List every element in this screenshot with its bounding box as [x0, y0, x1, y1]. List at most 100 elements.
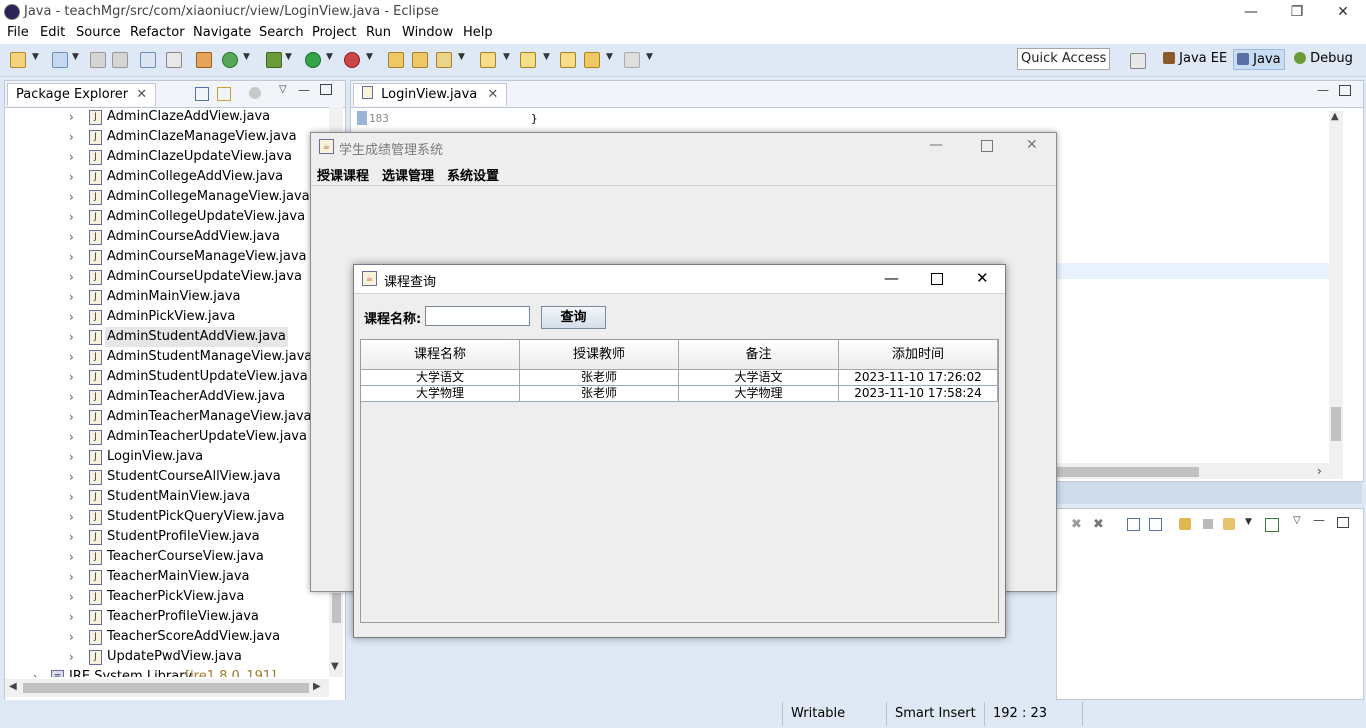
- tree-item[interactable]: › J LoginView.java: [5, 447, 325, 467]
- table-cell[interactable]: 张老师: [520, 370, 679, 386]
- scroll-left-arrow-icon[interactable]: ◀: [9, 681, 17, 692]
- chevron-right-icon[interactable]: ›: [69, 427, 74, 447]
- scroll-right-arrow-icon[interactable]: ▶: [313, 681, 321, 692]
- editor-tab-loginview[interactable]: LoginView.java ✕: [353, 83, 508, 106]
- prev-annotation-dropdown-icon[interactable]: ▼: [543, 52, 550, 62]
- menu-help[interactable]: Help: [463, 24, 493, 42]
- menu-window[interactable]: Window: [402, 24, 453, 42]
- pen-icon[interactable]: [436, 52, 452, 68]
- run-dropdown-icon[interactable]: ▼: [326, 52, 333, 62]
- minimize-view-icon[interactable]: —: [298, 83, 310, 97]
- chevron-right-icon[interactable]: ›: [69, 107, 74, 127]
- remove-all-icon[interactable]: ✖: [1093, 517, 1104, 532]
- menu-system-settings[interactable]: 系统设置: [447, 165, 499, 184]
- menu-source[interactable]: Source: [76, 24, 121, 42]
- chevron-right-icon[interactable]: ›: [69, 167, 74, 187]
- close-tab-icon[interactable]: ✕: [136, 87, 147, 102]
- course-query-minimize-button[interactable]: —: [884, 269, 899, 287]
- course-query-maximize-button[interactable]: [931, 273, 943, 285]
- project-dropdown-icon[interactable]: ▼: [72, 52, 79, 62]
- chevron-right-icon[interactable]: ›: [69, 567, 74, 587]
- new-dropdown-icon[interactable]: ▼: [32, 52, 39, 62]
- chevron-right-icon[interactable]: ›: [69, 447, 74, 467]
- tree-item[interactable]: › J TeacherPickView.java: [5, 587, 325, 607]
- new-window-icon[interactable]: [1265, 518, 1279, 532]
- new-project-icon[interactable]: [52, 52, 68, 68]
- tree-item[interactable]: › J TeacherScoreAddView.java: [5, 627, 325, 647]
- tree-item[interactable]: › J AdminClazeManageView.java: [5, 127, 325, 147]
- chevron-right-icon[interactable]: ›: [69, 467, 74, 487]
- chevron-right-icon[interactable]: ›: [69, 627, 74, 647]
- perspective-java[interactable]: Java: [1233, 49, 1285, 70]
- tree-scroll-thumb[interactable]: [332, 593, 341, 623]
- chevron-right-icon[interactable]: ›: [69, 527, 74, 547]
- expand-all-icon[interactable]: [1127, 518, 1140, 531]
- chevron-right-icon[interactable]: ›: [69, 607, 74, 627]
- chevron-right-icon[interactable]: ›: [69, 207, 74, 227]
- chevron-right-icon[interactable]: ›: [33, 667, 38, 677]
- chevron-right-icon[interactable]: ›: [69, 287, 74, 307]
- chevron-right-icon[interactable]: ›: [69, 647, 74, 667]
- course-name-input[interactable]: [425, 306, 530, 326]
- menu-navigate[interactable]: Navigate: [193, 24, 251, 42]
- column-header-remark[interactable]: 备注: [679, 340, 839, 370]
- refresh-dropdown-icon[interactable]: ▼: [243, 52, 250, 62]
- menu-course-selection[interactable]: 选课管理: [382, 165, 434, 184]
- package-icon[interactable]: [196, 52, 212, 68]
- link-icon[interactable]: [1179, 518, 1191, 530]
- query-button[interactable]: 查询: [541, 306, 606, 329]
- maximize-panel-icon[interactable]: [1337, 517, 1349, 528]
- run-icon[interactable]: [305, 52, 321, 68]
- debug-dropdown-icon[interactable]: ▼: [285, 52, 292, 62]
- main-frame-close-button[interactable]: ✕: [1026, 137, 1038, 153]
- chevron-right-icon[interactable]: ›: [69, 267, 74, 287]
- collapse-all-icon[interactable]: [195, 87, 209, 101]
- tree-item[interactable]: › J AdminMainView.java: [5, 287, 325, 307]
- remove-icon[interactable]: ✖: [1071, 517, 1082, 532]
- tree-item[interactable]: › J TeacherMainView.java: [5, 567, 325, 587]
- chevron-right-icon[interactable]: ›: [69, 147, 74, 167]
- column-header-added-time[interactable]: 添加时间: [839, 340, 998, 370]
- perspective-java-ee[interactable]: Java EE: [1160, 51, 1230, 66]
- link-editor-icon[interactable]: [217, 87, 231, 101]
- stop-icon[interactable]: [1203, 519, 1213, 529]
- chevron-right-icon[interactable]: ›: [69, 347, 74, 367]
- tree-item[interactable]: › J AdminCourseAddView.java: [5, 227, 325, 247]
- quick-access-input[interactable]: Quick Access: [1017, 48, 1110, 70]
- table-cell[interactable]: 大学语文: [361, 370, 520, 386]
- course-query-close-button[interactable]: ✕: [976, 269, 989, 287]
- chevron-right-icon[interactable]: ›: [69, 407, 74, 427]
- tree-item[interactable]: › J AdminTeacherUpdateView.java: [5, 427, 325, 447]
- main-frame-minimize-button[interactable]: —: [929, 137, 943, 153]
- tree-item[interactable]: › J TeacherCourseView.java: [5, 547, 325, 567]
- tree-item[interactable]: › J AdminStudentUpdateView.java: [5, 367, 325, 387]
- open-folder-icon[interactable]: [412, 52, 428, 68]
- view-menu-icon[interactable]: ▽: [279, 84, 287, 95]
- tree-item[interactable]: › J AdminTeacherManageView.java: [5, 407, 325, 427]
- table-cell[interactable]: 2023-11-10 17:58:24: [839, 386, 998, 402]
- menu-run[interactable]: Run: [366, 24, 391, 42]
- menu-project[interactable]: Project: [312, 24, 356, 42]
- main-frame-maximize-button[interactable]: [981, 140, 993, 152]
- editor-scroll-up-icon[interactable]: ▲: [1331, 111, 1339, 122]
- collapse-panel-icon[interactable]: [1149, 518, 1162, 531]
- tree-item[interactable]: › J AdminStudentManageView.java: [5, 347, 325, 367]
- debug-icon[interactable]: [266, 52, 282, 68]
- tree-item[interactable]: › J AdminCollegeUpdateView.java: [5, 207, 325, 227]
- chevron-right-icon[interactable]: ›: [69, 247, 74, 267]
- next-annotation-dropdown-icon[interactable]: ▼: [503, 52, 510, 62]
- maximize-view-icon[interactable]: [320, 84, 332, 95]
- forward-icon[interactable]: [624, 52, 640, 68]
- package-explorer-tab[interactable]: Package Explorer ✕: [7, 83, 157, 106]
- panel-view-menu-icon[interactable]: ▽: [1293, 515, 1301, 526]
- close-editor-tab-icon[interactable]: ✕: [487, 87, 498, 102]
- chevron-right-icon[interactable]: ›: [69, 307, 74, 327]
- tree-item[interactable]: › J AdminStudentAddView.java: [5, 327, 325, 347]
- close-button[interactable]: ✕: [1328, 2, 1358, 22]
- chevron-right-icon[interactable]: ›: [69, 487, 74, 507]
- back-icon[interactable]: [584, 52, 600, 68]
- tree-item[interactable]: › J AdminClazeUpdateView.java: [5, 147, 325, 167]
- menu-file[interactable]: File: [7, 24, 29, 42]
- external-tools-icon[interactable]: [344, 52, 360, 68]
- pen-dropdown-icon[interactable]: ▼: [458, 52, 465, 62]
